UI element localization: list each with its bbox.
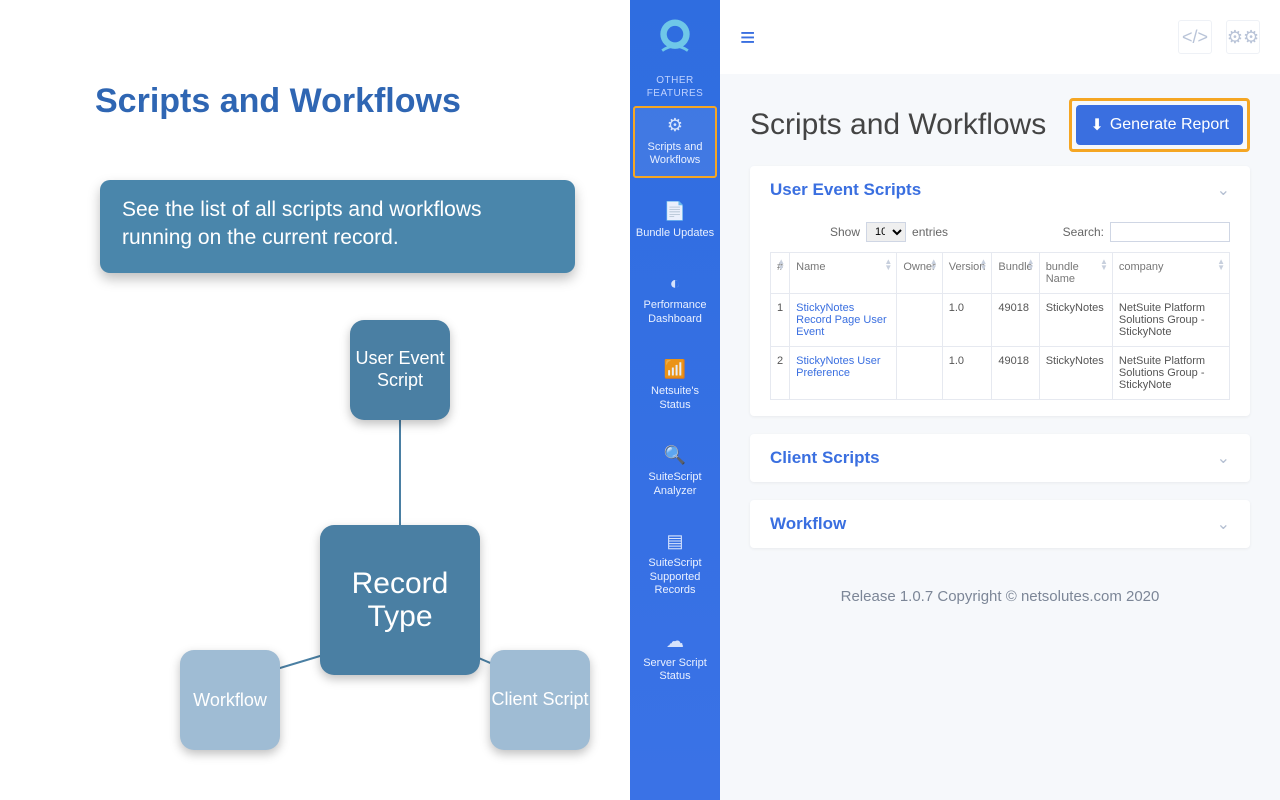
sidebar-item-icon: 📶 (635, 358, 715, 381)
entries-select[interactable]: 10 (866, 222, 906, 242)
sidebar-item-label: Server Script Status (643, 657, 707, 683)
search-input[interactable] (1110, 222, 1230, 242)
cell-company: NetSuite Platform Solutions Group - Stic… (1112, 294, 1229, 347)
generate-report-highlight: ⬇ Generate Report (1069, 98, 1250, 152)
sidebar-item-icon: ⚙ (635, 114, 715, 137)
table-row: 1StickyNotes Record Page User Event 1.049… (771, 294, 1230, 347)
sort-icon: ▲▼ (1217, 259, 1225, 270)
code-icon[interactable]: </> (1178, 20, 1212, 54)
gears-icon[interactable]: ⚙⚙ (1226, 20, 1260, 54)
cell-bundle: 49018 (992, 294, 1039, 347)
chevron-down-icon: ⌄ (1217, 448, 1230, 468)
topbar: ≡ </> ⚙⚙ (720, 0, 1280, 74)
logo-icon (651, 12, 699, 60)
col-version[interactable]: Version▲▼ (942, 253, 992, 294)
card-head-user-event[interactable]: User Event Scripts ⌄ (750, 166, 1250, 214)
entries-label: entries (912, 225, 948, 239)
menu-icon[interactable]: ≡ (740, 22, 755, 53)
chevron-down-icon: ⌄ (1217, 514, 1230, 534)
explainer-panel: Scripts and Workflows See the list of al… (0, 0, 630, 800)
cell-name[interactable]: StickyNotes Record Page User Event (790, 294, 897, 347)
sidebar-item-label: SuiteScript Analyzer (648, 471, 701, 497)
col-name[interactable]: Name▲▼ (790, 253, 897, 294)
card-client-scripts: Client Scripts ⌄ (750, 434, 1250, 482)
cell-num: 1 (771, 294, 790, 347)
sort-icon: ▲▼ (980, 259, 988, 270)
diagram-node-br-label: Client Script (491, 689, 588, 711)
sidebar-item-label: SuiteScript Supported Records (648, 557, 701, 597)
diagram: Record Type User Event Script Workflow C… (150, 320, 610, 780)
table-row: 2StickyNotes User Preference 1.049018Stic… (771, 347, 1230, 400)
col-company[interactable]: company▲▼ (1112, 253, 1229, 294)
sidebar-item-label: Netsuite's Status (651, 385, 699, 411)
diagram-node-user-event: User Event Script (350, 320, 450, 420)
sort-icon: ▲▼ (884, 259, 892, 270)
show-label: Show (830, 225, 860, 239)
sort-icon: ▲▼ (1100, 259, 1108, 270)
cell-num: 2 (771, 347, 790, 400)
cell-bundle: 49018 (992, 347, 1039, 400)
sidebar-section-label: OTHER FEATURES (630, 68, 720, 106)
footer-text: Release 1.0.7 Copyright © netsolutes.com… (720, 566, 1280, 627)
left-callout: See the list of all scripts and workflow… (100, 180, 575, 273)
sidebar-item-scripts-and-workflows[interactable]: ⚙ Scripts and Workflows (633, 106, 717, 178)
cell-owner (897, 294, 942, 347)
sidebar-item-label: Scripts and Workflows (647, 141, 702, 167)
col-owner[interactable]: Owner▲▼ (897, 253, 942, 294)
sort-icon: ▲▼ (930, 259, 938, 270)
page-title: Scripts and Workflows (750, 108, 1069, 142)
diagram-node-workflow: Workflow (180, 650, 280, 750)
col-bundle[interactable]: Bundle▲▼ (992, 253, 1039, 294)
search-label: Search: (1063, 225, 1104, 239)
sidebar-item-label: Bundle Updates (636, 227, 714, 239)
user-event-table: #▲▼Name▲▼Owner▲▼Version▲▼Bundle▲▼bundle … (770, 252, 1230, 400)
sort-icon: ▲▼ (1027, 259, 1035, 270)
left-title: Scripts and Workflows (95, 82, 461, 121)
sidebar-item-suitescript-supported-records[interactable]: ▤ SuiteScript Supported Records (633, 522, 717, 608)
sidebar-item-server-script-status[interactable]: ☁ Server Script Status (633, 622, 717, 694)
sidebar-item-suitescript-analyzer[interactable]: 🔍 SuiteScript Analyzer (633, 436, 717, 508)
sidebar-item-icon: ▤ (635, 530, 715, 553)
sidebar-item-icon: 📄 (635, 200, 715, 223)
diagram-node-center: Record Type (320, 525, 480, 675)
card-title-client-scripts: Client Scripts (770, 448, 1217, 468)
chevron-down-icon: ⌄ (1217, 180, 1230, 200)
diagram-node-bl-label: Workflow (193, 690, 267, 711)
col--[interactable]: #▲▼ (771, 253, 790, 294)
card-user-event-scripts: User Event Scripts ⌄ Show 10 entries Sea… (750, 166, 1250, 416)
app-panel: ≡ </> ⚙⚙ Scripts and Workflows ⬇ Generat… (720, 0, 1280, 800)
sidebar-item-icon: 🔍 (635, 444, 715, 467)
card-workflow: Workflow ⌄ (750, 500, 1250, 548)
sidebar-item-bundle-updates[interactable]: 📄 Bundle Updates (633, 192, 717, 250)
sidebar-item-netsuite-s-status[interactable]: 📶 Netsuite's Status (633, 350, 717, 422)
sidebar-item-label: Performance Dashboard (644, 299, 707, 325)
card-head-client-scripts[interactable]: Client Scripts ⌄ (750, 434, 1250, 482)
generate-report-label: Generate Report (1110, 116, 1229, 134)
diagram-node-center-label: Record Type (320, 567, 480, 633)
cell-version: 1.0 (942, 294, 992, 347)
cell-owner (897, 347, 942, 400)
col-bundle-name[interactable]: bundle Name▲▼ (1039, 253, 1112, 294)
sort-icon: ▲▼ (777, 259, 785, 270)
table-controls: Show 10 entries Search: (770, 214, 1230, 252)
sidebar: OTHER FEATURES ⚙ Scripts and Workflows 📄 Bu… (630, 0, 720, 800)
cell-company: NetSuite Platform Solutions Group - Stic… (1112, 347, 1229, 400)
diagram-node-top-label: User Event Script (350, 348, 450, 391)
cell-name[interactable]: StickyNotes User Preference (790, 347, 897, 400)
sidebar-item-icon: ☁ (635, 630, 715, 653)
cell-bundle-name: StickyNotes (1039, 347, 1112, 400)
card-head-workflow[interactable]: Workflow ⌄ (750, 500, 1250, 548)
cell-bundle-name: StickyNotes (1039, 294, 1112, 347)
cell-version: 1.0 (942, 347, 992, 400)
card-title-workflow: Workflow (770, 514, 1217, 534)
diagram-node-client-script: Client Script (490, 650, 590, 750)
card-title-user-event: User Event Scripts (770, 180, 1217, 200)
generate-report-button[interactable]: ⬇ Generate Report (1076, 105, 1243, 145)
sidebar-item-icon: ◐ (635, 272, 715, 295)
sidebar-item-performance-dashboard[interactable]: ◐ Performance Dashboard (633, 264, 717, 336)
download-icon: ⬇ (1090, 115, 1103, 135)
